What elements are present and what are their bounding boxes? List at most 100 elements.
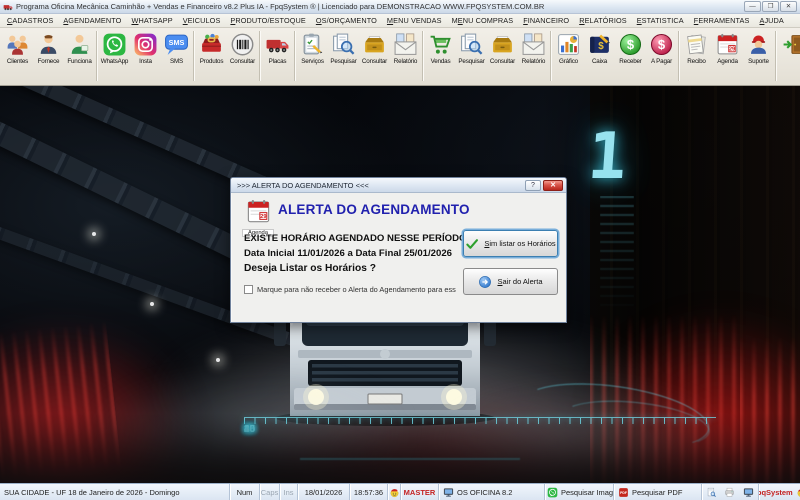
status-insert: Ins (280, 484, 298, 500)
dialog-title-bar[interactable]: >>> ALERTA DO AGENDAMENTO <<< ? ✕ (231, 178, 566, 193)
employee-icon (67, 32, 92, 57)
menu-financeiro[interactable]: FINANCEIRO (518, 16, 574, 25)
toolbar-button-receber[interactable]: Receber (615, 29, 646, 83)
toolbar-button-sms[interactable]: SMS (161, 29, 192, 83)
toolbar-button-placas[interactable]: Placas (262, 29, 293, 83)
dialog-close-button[interactable]: ✕ (543, 179, 563, 191)
instagram-icon (133, 32, 158, 57)
app-logo-icon (3, 2, 13, 12)
toolbar-button-label: Pesquisar (458, 58, 485, 65)
status-search-pdf[interactable]: Pesquisar PDF (614, 484, 702, 500)
toolbar-button-caixa[interactable]: Caixa (584, 29, 615, 83)
restore-button[interactable]: ❐ (762, 1, 779, 12)
status-os-version: OS OFICINA 8.2 (439, 484, 545, 500)
dialog-message-line1: EXISTE HORÁRIO AGENDADO NESSE PERÍODO: (244, 233, 470, 244)
dialog-help-button[interactable]: ? (525, 179, 541, 191)
dont-show-again-checkbox[interactable] (244, 285, 253, 294)
menu-ajuda[interactable]: AJUDA (754, 16, 788, 25)
calendar-icon (715, 32, 740, 57)
toolbar-group-2: WhatsApp Insta SMS (99, 29, 192, 83)
toolbar-button-recibo[interactable]: Recibo (681, 29, 712, 83)
toolbar-button-label: Relatório (393, 58, 418, 65)
menu-estatistica[interactable]: ESTATISTICA (632, 16, 689, 25)
dialog-message-line2: Data Inicial 11/01/2026 a Data Final 25/… (244, 248, 452, 259)
pdf-icon (618, 487, 629, 498)
money-red-icon (649, 32, 674, 57)
toolbar-button-clientes[interactable]: Clientes (2, 29, 33, 83)
menu-relatorios[interactable]: RELATÓRIOS (574, 16, 632, 25)
menu-whatsapp[interactable]: WHATSAPP (126, 16, 177, 25)
toolbar-button-agenda[interactable]: Agenda (712, 29, 743, 83)
toolbar-separator (550, 31, 552, 81)
check-icon (465, 237, 479, 251)
exit-alert-button[interactable]: Sair do Alerta (463, 268, 558, 295)
menu-bar: CADASTROS AGENDAMENTO WHATSAPP VEICULOS PROD… (0, 14, 800, 28)
toolbar-button-insta[interactable]: Insta (130, 29, 161, 83)
status-mascot (388, 484, 401, 500)
page-search-icon[interactable] (706, 487, 717, 498)
toolbar-button-label: Receber (619, 58, 642, 65)
menu-cadastros[interactable]: CADASTROS (2, 16, 58, 25)
toolbar-button-label: Serviços (301, 58, 324, 65)
toolbar-button-label: SMS (169, 58, 184, 65)
menu-agendamento[interactable]: AGENDAMENTO (58, 16, 126, 25)
tunnel-lamp (92, 232, 96, 236)
floor-shadow (0, 413, 800, 483)
monitor-icon[interactable] (743, 487, 754, 498)
toolbar-group-1: Clientes Fornece Funciona (2, 29, 95, 83)
toolbar-button-consultar[interactable]: Consultar (227, 29, 258, 83)
menu-menu-vendas[interactable]: MENU VENDAS (382, 16, 447, 25)
supplier-icon (36, 32, 61, 57)
title-bar: Programa Oficina Mecânica Caminhão + Ven… (0, 0, 800, 14)
printer-icon[interactable] (724, 487, 735, 498)
drawer-icon (490, 32, 515, 57)
minimize-button[interactable]: — (744, 1, 761, 12)
menu-veiculos[interactable]: VEICULOS (178, 16, 226, 25)
monitor-icon (443, 487, 454, 498)
tunnel-lamp (150, 302, 154, 306)
toolbar-button-exit[interactable] (778, 29, 800, 83)
toolbar-button-servicos[interactable]: Serviços (297, 29, 328, 83)
menu-os-orcamento[interactable]: OS/ORÇAMENTO (311, 16, 382, 25)
toolbar-button-consultar[interactable]: Consultar (359, 29, 390, 83)
application-window: Programa Oficina Mecânica Caminhão + Ven… (0, 0, 800, 500)
toolbar-group-4: Placas (262, 29, 293, 83)
toolbar-separator (422, 31, 424, 81)
menu-menu-compras[interactable]: MENU COMPRAS (447, 16, 519, 25)
toolbar-button-relatorio[interactable]: Relatório (390, 29, 421, 83)
smiley-hat-icon (389, 487, 400, 498)
toolbar-separator (96, 31, 98, 81)
toolbar-separator (259, 31, 261, 81)
toolbar-button-relatorio[interactable]: Relatório (518, 29, 549, 83)
yes-button-label: Sim listar os Horários (484, 239, 556, 248)
close-button[interactable]: ✕ (780, 1, 797, 12)
toolbar-button-pesquisar[interactable]: Pesquisar (456, 29, 487, 83)
toolbar-button-consultar[interactable]: Consultar (487, 29, 518, 83)
toolbar-button-pesquisar[interactable]: Pesquisar (328, 29, 359, 83)
status-quick-icons (702, 484, 759, 500)
toolbar-button-fornece[interactable]: Fornece (33, 29, 64, 83)
toolbar-button-funciona[interactable]: Funciona (64, 29, 95, 83)
smiley-hat-icon (796, 487, 800, 498)
toolbar-group-6: Vendas Pesquisar Consultar Relatório (425, 29, 549, 83)
arrow-circle-icon (478, 275, 492, 289)
dont-show-again-label: Marque para não receber o Alerta do Agen… (257, 285, 456, 294)
whatsapp-icon (547, 487, 558, 498)
toolbar-button-grafico[interactable]: Gráfico (553, 29, 584, 83)
toolbar-button-label: Produtos (199, 58, 224, 65)
toolbar-button-label: Relatório (521, 58, 546, 65)
toolbar-button-whatsapp[interactable]: WhatsApp (99, 29, 130, 83)
menu-ferramentas[interactable]: FERRAMENTAS (689, 16, 755, 25)
whatsapp-icon (102, 32, 127, 57)
toolbar-button-produtos[interactable]: Produtos (196, 29, 227, 83)
status-search-images[interactable]: Pesquisar Imagens (545, 484, 614, 500)
toolbar-button-a-pagar[interactable]: A Pagar (646, 29, 677, 83)
yes-list-schedules-button[interactable]: Sim listar os Horários (463, 230, 558, 257)
menu-produto-estoque[interactable]: PRODUTO/ESTOQUE (225, 16, 310, 25)
toolbar-button-label: WhatsApp (100, 58, 129, 65)
toolbar-button-vendas[interactable]: Vendas (425, 29, 456, 83)
alert-dialog: >>> ALERTA DO AGENDAMENTO <<< ? ✕ Agenda… (230, 177, 567, 323)
products-icon (199, 32, 224, 57)
toolbar-button-suporte[interactable]: Suporte (743, 29, 774, 83)
toolbar-group-5: Serviços Pesquisar Consultar Relatório (297, 29, 421, 83)
